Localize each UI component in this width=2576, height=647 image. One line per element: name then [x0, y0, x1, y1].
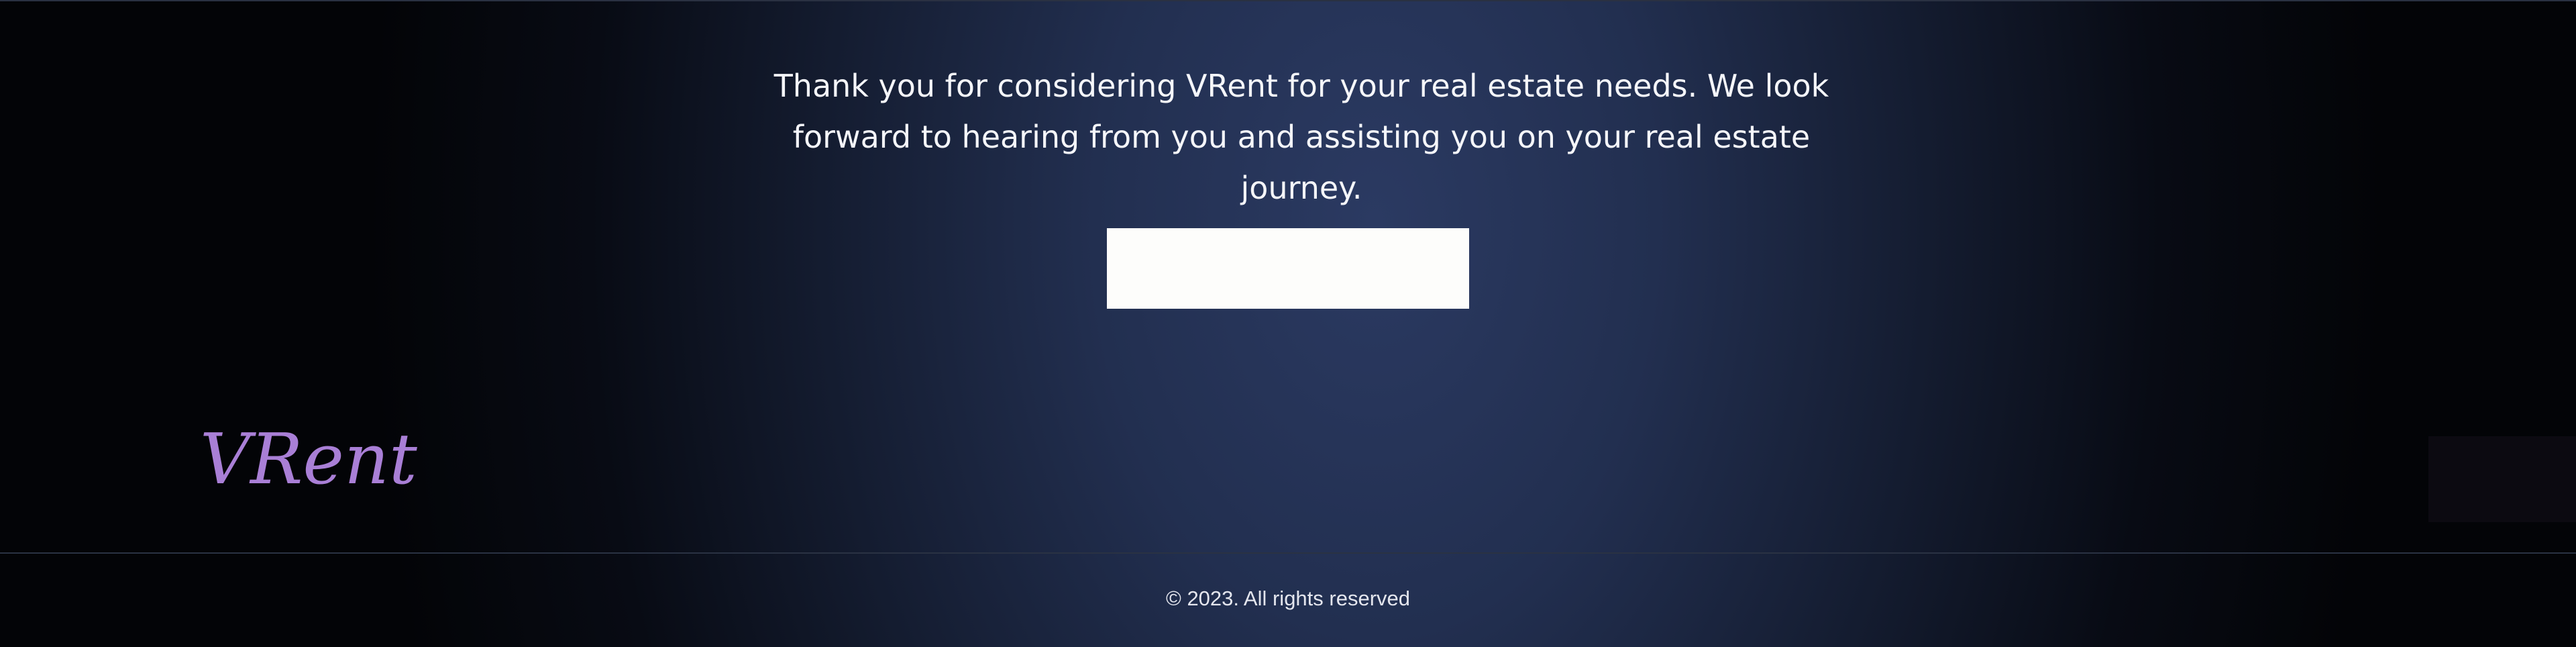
vrent-logo-mark: VRent: [200, 418, 417, 500]
svg-text:VRent: VRent: [200, 418, 417, 500]
top-border: [0, 0, 2576, 1]
contact-button[interactable]: [1107, 228, 1469, 309]
footer-divider: [0, 552, 2576, 554]
side-panel-shadow: [2428, 436, 2576, 522]
thank-you-message: Thank you for considering VRent for your…: [773, 68, 1829, 206]
vrent-logo[interactable]: VRent: [195, 416, 417, 503]
copyright-text: © 2023. All rights reserved: [1165, 587, 1411, 610]
